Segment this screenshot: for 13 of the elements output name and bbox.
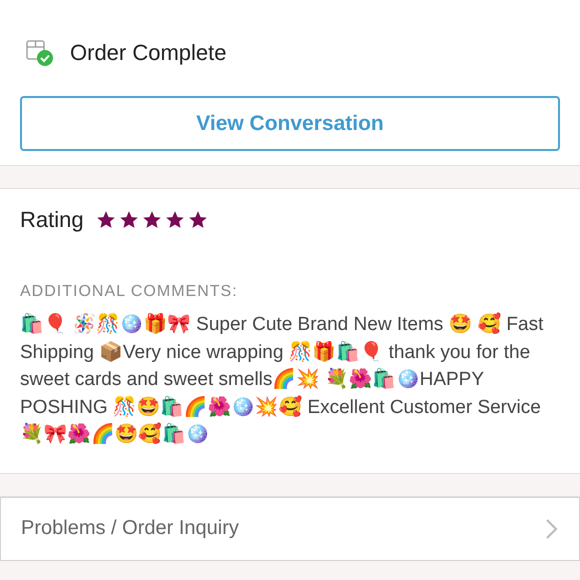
package-check-icon	[24, 38, 54, 68]
comments-heading: ADDITIONAL COMMENTS:	[20, 283, 239, 301]
star-icon	[188, 210, 208, 230]
rating-label: Rating	[20, 207, 84, 233]
star-icon	[164, 210, 185, 230]
star-icon	[118, 210, 139, 230]
problems-inquiry-row[interactable]: Problems / Order Inquiry	[0, 496, 580, 560]
star-icon	[96, 210, 116, 230]
star-icon	[142, 210, 162, 230]
chevron-right-icon	[545, 518, 559, 540]
comment-text: 🛍🎈 🪅🎊🪩🎁🎀 Super Cute Brand New Items 🤩 🥰 Fast Shipping 📦Very nice wrapping 🎊🎁🛍🎈 thank you for the sweet cards and sweet smells🌈💥 💐🌺🛍🪩HAPPY POSHING 🎊🤩🛍🌈🌺🪩💥🥰 Excellent Customer Service 💐🎀🌺🌈🤩🥰🛍🪩	[20, 312, 544, 447]
order-status: Order Complete	[70, 40, 227, 66]
view-conversation-button[interactable]: View Conversation	[20, 96, 560, 151]
